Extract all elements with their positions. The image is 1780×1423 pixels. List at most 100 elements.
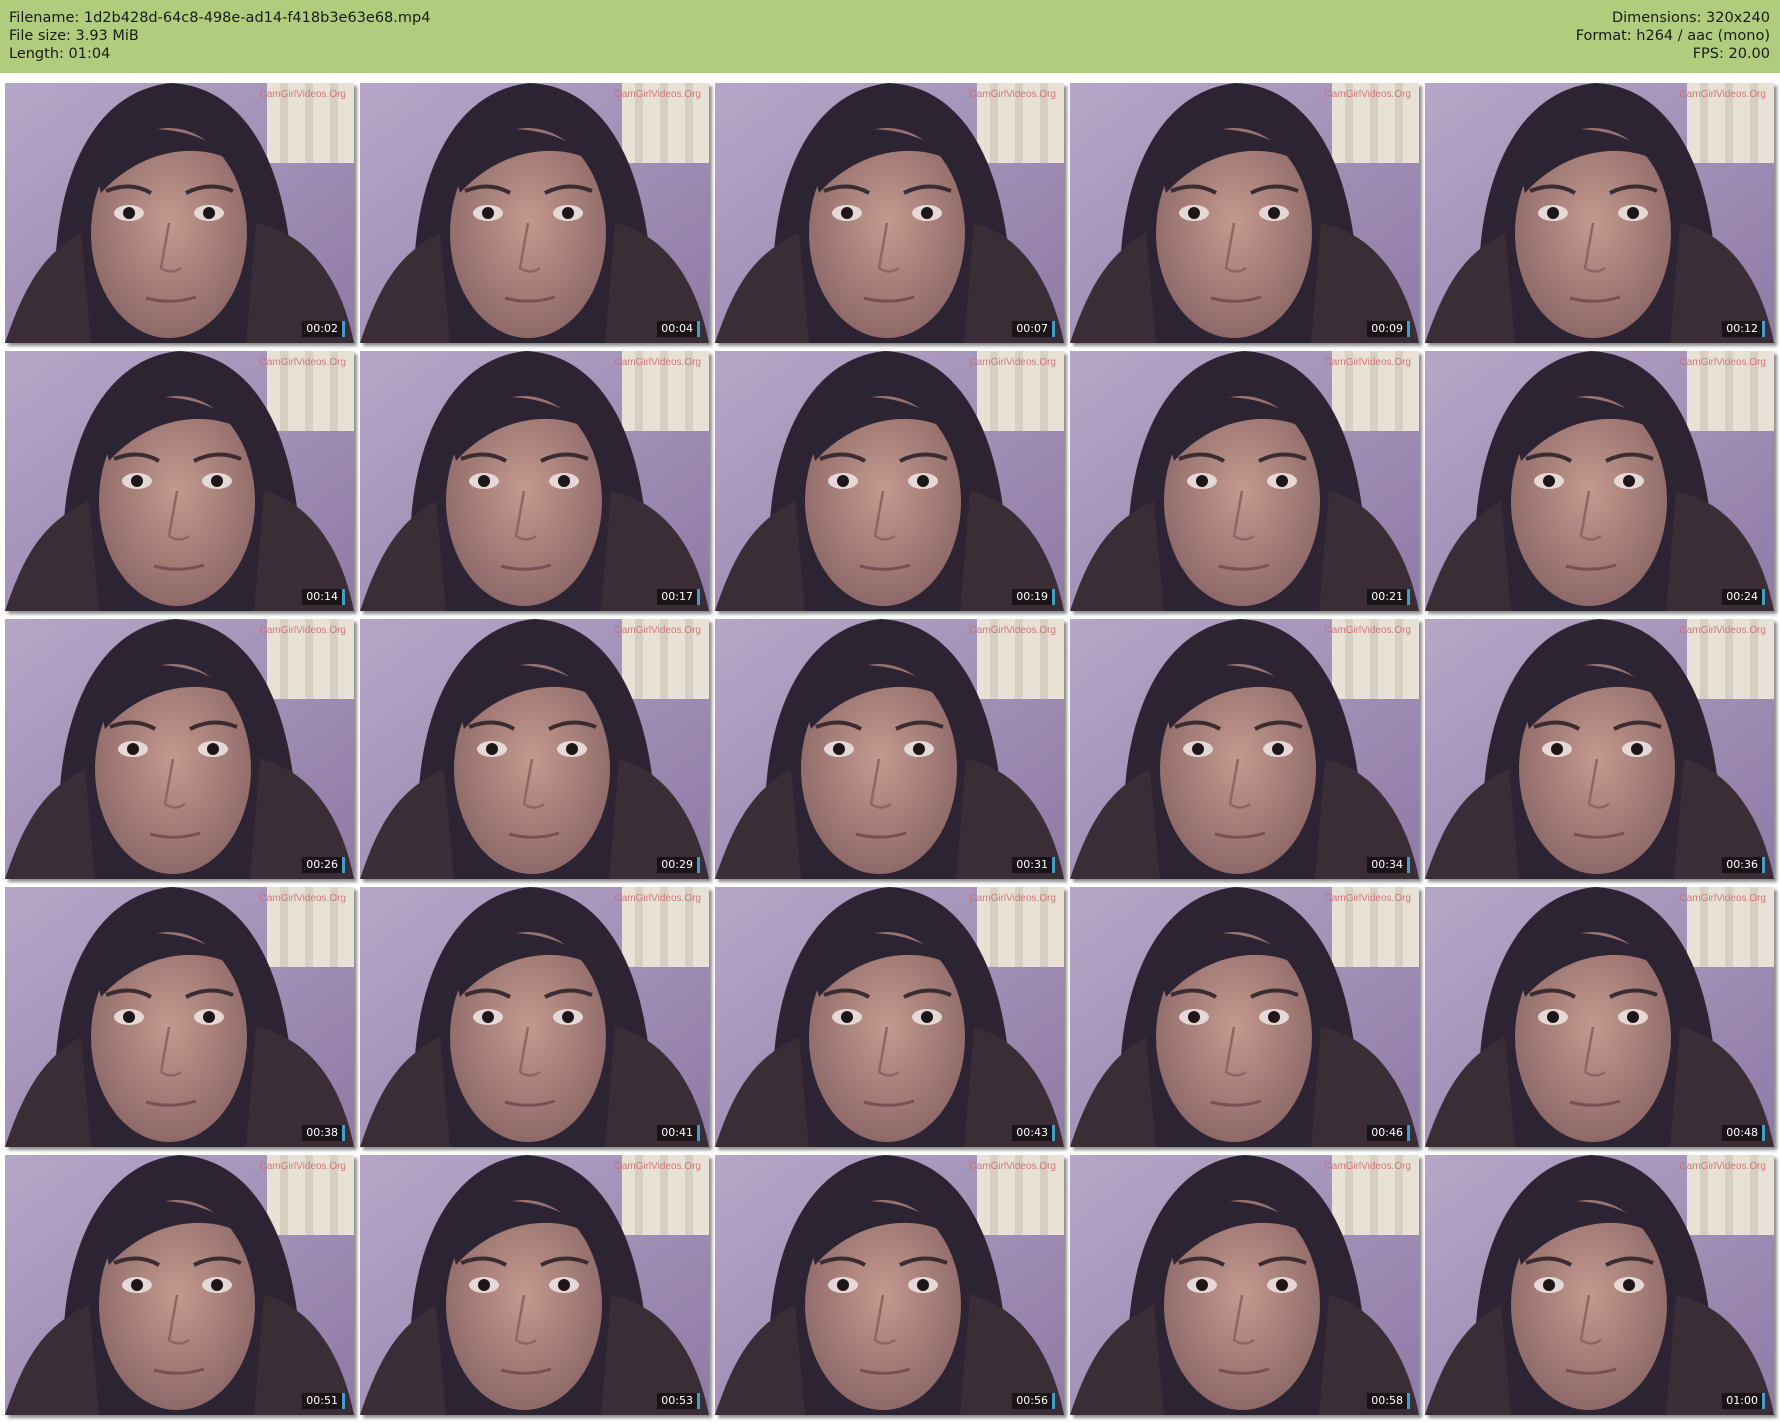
- frame-image: [5, 887, 354, 1147]
- timestamp-label: 00:41: [657, 1125, 700, 1141]
- video-thumbnail: CamGirlVideos.Org 00:02: [5, 83, 354, 343]
- video-thumbnail: CamGirlVideos.Org 00:04: [360, 83, 709, 343]
- timestamp-label: 00:51: [302, 1393, 345, 1409]
- video-thumbnail: CamGirlVideos.Org 00:46: [1070, 887, 1419, 1147]
- timestamp-label: 00:04: [657, 321, 700, 337]
- watermark-text: CamGirlVideos.Org: [614, 89, 701, 100]
- frame-image: [5, 619, 354, 879]
- timestamp-label: 00:14: [302, 589, 345, 605]
- watermark-text: CamGirlVideos.Org: [614, 893, 701, 904]
- watermark-text: CamGirlVideos.Org: [1679, 625, 1766, 636]
- timestamp-label: 00:53: [657, 1393, 700, 1409]
- fps-label: FPS: 20.00: [1692, 46, 1770, 62]
- timestamp-label: 00:38: [302, 1125, 345, 1141]
- video-thumbnail: CamGirlVideos.Org 00:14: [5, 351, 354, 611]
- frame-image: [1070, 619, 1419, 879]
- frame-image: [715, 1155, 1064, 1415]
- frame-image: [5, 351, 354, 611]
- video-thumbnail: CamGirlVideos.Org 00:48: [1425, 887, 1774, 1147]
- frame-image: [1070, 351, 1419, 611]
- watermark-text: CamGirlVideos.Org: [1324, 1161, 1411, 1172]
- timestamp-label: 00:07: [1012, 321, 1055, 337]
- frame-image: [5, 1155, 354, 1415]
- frame-image: [360, 619, 709, 879]
- video-thumbnail: CamGirlVideos.Org 00:34: [1070, 619, 1419, 879]
- timestamp-label: 00:48: [1722, 1125, 1765, 1141]
- frame-image: [1425, 1155, 1774, 1415]
- frame-image: [715, 887, 1064, 1147]
- video-thumbnail: CamGirlVideos.Org 00:19: [715, 351, 1064, 611]
- video-thumbnail: CamGirlVideos.Org 00:43: [715, 887, 1064, 1147]
- video-thumbnail: CamGirlVideos.Org 01:00: [1425, 1155, 1774, 1415]
- length-label: Length: 01:04: [9, 46, 111, 62]
- timestamp-label: 00:17: [657, 589, 700, 605]
- video-thumbnail: CamGirlVideos.Org 00:29: [360, 619, 709, 879]
- frame-image: [1425, 619, 1774, 879]
- video-thumbnail: CamGirlVideos.Org 00:31: [715, 619, 1064, 879]
- timestamp-label: 00:56: [1012, 1393, 1055, 1409]
- timestamp-label: 00:36: [1722, 857, 1765, 873]
- timestamp-label: 00:46: [1367, 1125, 1410, 1141]
- dimensions-label: Dimensions: 320x240: [1611, 10, 1770, 26]
- video-thumbnail: CamGirlVideos.Org 00:21: [1070, 351, 1419, 611]
- frame-image: [1425, 83, 1774, 343]
- watermark-text: CamGirlVideos.Org: [969, 1161, 1056, 1172]
- timestamp-label: 01:00: [1722, 1393, 1765, 1409]
- watermark-text: CamGirlVideos.Org: [969, 625, 1056, 636]
- frame-image: [1425, 351, 1774, 611]
- video-thumbnail: CamGirlVideos.Org 00:56: [715, 1155, 1064, 1415]
- video-thumbnail: CamGirlVideos.Org 00:07: [715, 83, 1064, 343]
- video-thumbnail: CamGirlVideos.Org 00:24: [1425, 351, 1774, 611]
- timestamp-label: 00:34: [1367, 857, 1410, 873]
- frame-image: [1070, 1155, 1419, 1415]
- video-thumbnail: CamGirlVideos.Org 00:12: [1425, 83, 1774, 343]
- timestamp-label: 00:21: [1367, 589, 1410, 605]
- video-thumbnail: CamGirlVideos.Org 00:53: [360, 1155, 709, 1415]
- format-label: Format: h264 / aac (mono): [1575, 28, 1770, 44]
- watermark-text: CamGirlVideos.Org: [614, 1161, 701, 1172]
- video-thumbnail: CamGirlVideos.Org 00:09: [1070, 83, 1419, 343]
- watermark-text: CamGirlVideos.Org: [1324, 625, 1411, 636]
- timestamp-label: 00:24: [1722, 589, 1765, 605]
- watermark-text: CamGirlVideos.Org: [259, 625, 346, 636]
- watermark-text: CamGirlVideos.Org: [259, 1161, 346, 1172]
- watermark-text: CamGirlVideos.Org: [969, 357, 1056, 368]
- watermark-text: CamGirlVideos.Org: [259, 357, 346, 368]
- video-thumbnail: CamGirlVideos.Org 00:41: [360, 887, 709, 1147]
- video-thumbnail: CamGirlVideos.Org 00:38: [5, 887, 354, 1147]
- video-thumbnail: CamGirlVideos.Org 00:51: [5, 1155, 354, 1415]
- video-thumbnail: CamGirlVideos.Org 00:58: [1070, 1155, 1419, 1415]
- frame-image: [715, 619, 1064, 879]
- frame-image: [1070, 887, 1419, 1147]
- timestamp-label: 00:26: [302, 857, 345, 873]
- frame-image: [360, 1155, 709, 1415]
- filename-label: Filename: 1d2b428d-64c8-498e-ad14-f418b3…: [9, 10, 431, 26]
- thumbnail-grid: CamGirlVideos.Org 00:02 CamGirlVideos.Org 0…: [0, 73, 1780, 1423]
- video-thumbnail: CamGirlVideos.Org 00:26: [5, 619, 354, 879]
- frame-image: [715, 351, 1064, 611]
- timestamp-label: 00:19: [1012, 589, 1055, 605]
- timestamp-label: 00:29: [657, 857, 700, 873]
- watermark-text: CamGirlVideos.Org: [969, 89, 1056, 100]
- video-info: Dimensions: 320x240 Format: h264 / aac (…: [1576, 9, 1770, 63]
- file-info: Filename: 1d2b428d-64c8-498e-ad14-f418b3…: [9, 9, 430, 63]
- watermark-text: CamGirlVideos.Org: [259, 893, 346, 904]
- filesize-label: File size: 3.93 MiB: [9, 28, 139, 44]
- watermark-text: CamGirlVideos.Org: [1324, 893, 1411, 904]
- watermark-text: CamGirlVideos.Org: [1679, 1161, 1766, 1172]
- watermark-text: CamGirlVideos.Org: [1679, 357, 1766, 368]
- watermark-text: CamGirlVideos.Org: [614, 625, 701, 636]
- watermark-text: CamGirlVideos.Org: [1324, 357, 1411, 368]
- frame-image: [360, 83, 709, 343]
- info-header: Filename: 1d2b428d-64c8-498e-ad14-f418b3…: [0, 0, 1780, 73]
- video-thumbnail: CamGirlVideos.Org 00:17: [360, 351, 709, 611]
- frame-image: [360, 887, 709, 1147]
- frame-image: [715, 83, 1064, 343]
- watermark-text: CamGirlVideos.Org: [1679, 89, 1766, 100]
- timestamp-label: 00:09: [1367, 321, 1410, 337]
- watermark-text: CamGirlVideos.Org: [259, 89, 346, 100]
- watermark-text: CamGirlVideos.Org: [1324, 89, 1411, 100]
- watermark-text: CamGirlVideos.Org: [614, 357, 701, 368]
- watermark-text: CamGirlVideos.Org: [969, 893, 1056, 904]
- timestamp-label: 00:31: [1012, 857, 1055, 873]
